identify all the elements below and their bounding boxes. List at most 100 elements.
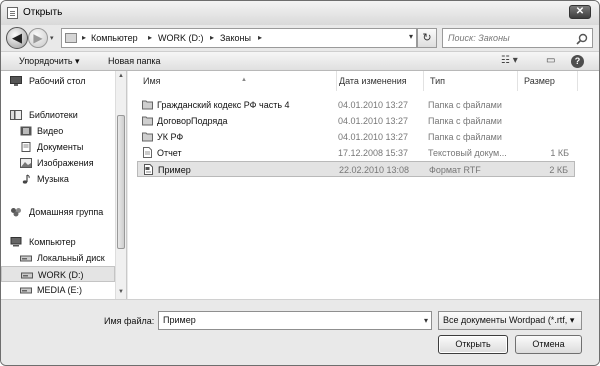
file-date: 04.01.2010 13:27 xyxy=(338,100,409,110)
table-row[interactable]: ДоговорПодряда 04.01.2010 13:27 Папка с … xyxy=(137,113,575,129)
preview-pane-icon[interactable]: ▭ xyxy=(546,55,555,69)
help-icon[interactable]: ? xyxy=(571,55,584,68)
libraries-icon xyxy=(10,110,22,120)
column-header-label: Размер xyxy=(524,76,555,86)
file-size: 2 КБ xyxy=(549,165,568,175)
title-bar[interactable]: Открыть ✕ xyxy=(1,1,599,25)
file-date: 04.01.2010 13:27 xyxy=(338,132,409,142)
breadcrumb-computer[interactable]: Компьютер xyxy=(91,33,138,43)
scroll-up-icon[interactable]: ▲ xyxy=(118,73,124,79)
folder-icon xyxy=(65,33,77,43)
command-bar: Упорядочить ▾ Новая папка ☷ ▾ ▭ ? xyxy=(1,51,599,71)
file-type: Текстовый докум... xyxy=(428,148,507,158)
close-button[interactable]: ✕ xyxy=(569,5,591,19)
sidebar-item-label: MEDIA (E:) xyxy=(37,285,83,295)
drive-icon xyxy=(20,255,32,262)
open-button[interactable]: Открыть xyxy=(438,335,508,354)
file-size: 1 КБ xyxy=(550,148,569,158)
chevron-down-icon[interactable]: ▾ xyxy=(424,312,428,329)
sidebar-item-label: Компьютер xyxy=(29,237,76,247)
file-date: 04.01.2010 13:27 xyxy=(338,116,409,126)
address-bar[interactable]: ▸ Компьютер ▸ WORK (D:) ▸ Законы ▸ ▾ xyxy=(61,28,417,48)
sidebar-item-pictures[interactable]: Изображения xyxy=(1,155,115,171)
breadcrumb-separator[interactable]: ▸ xyxy=(82,33,86,42)
back-button[interactable]: ◀ xyxy=(6,27,28,49)
sidebar-item-documents[interactable]: Документы xyxy=(1,139,115,155)
file-name: УК РФ xyxy=(157,132,184,142)
recent-pages-dropdown[interactable]: ▾ xyxy=(50,34,54,42)
file-type: Формат RTF xyxy=(429,165,481,175)
sidebar-item-label: Музыка xyxy=(37,174,69,184)
breadcrumb-separator[interactable]: ▸ xyxy=(258,33,262,42)
new-folder-button[interactable]: Новая папка xyxy=(108,56,160,66)
table-row[interactable]: Гражданский кодекс РФ часть 4 04.01.2010… xyxy=(137,97,575,113)
file-date: 17.12.2008 15:37 xyxy=(338,148,409,158)
filename-field[interactable]: Пример ▾ xyxy=(158,311,432,330)
forward-button[interactable]: ▶ xyxy=(28,28,48,48)
file-name: Отчет xyxy=(157,148,182,158)
column-header-name[interactable]: Имя ▲ xyxy=(137,71,337,91)
sidebar-item-label: WORK (D:) xyxy=(38,270,84,280)
pictures-icon xyxy=(20,158,32,168)
sidebar-item-local-disk[interactable]: Локальный диск xyxy=(1,250,115,266)
file-type: Папка с файлами xyxy=(428,132,502,142)
sidebar-item-label: Рабочий стол xyxy=(29,76,86,86)
column-header-date[interactable]: Дата изменения xyxy=(333,71,424,91)
sidebar-item-video[interactable]: Видео xyxy=(1,123,115,139)
scrollbar-thumb[interactable] xyxy=(117,115,125,249)
breadcrumb-separator[interactable]: ▸ xyxy=(210,33,214,42)
file-type-filter[interactable]: Все документы Wordpad (*.rtf, ▾ xyxy=(438,311,582,330)
column-header-label: Дата изменения xyxy=(339,76,407,86)
sidebar-item-label: Локальный диск xyxy=(37,253,105,263)
file-type: Папка с файлами xyxy=(428,116,502,126)
breadcrumb-laws[interactable]: Законы xyxy=(220,33,251,43)
folder-icon xyxy=(142,132,153,142)
filename-value[interactable]: Пример xyxy=(163,315,196,325)
homegroup-icon xyxy=(11,208,21,217)
sidebar-item-label: Домашняя группа xyxy=(29,207,104,217)
views-icon[interactable]: ☷ ▾ xyxy=(501,55,518,69)
file-date: 22.02.2010 13:08 xyxy=(339,165,410,175)
sidebar-item-work-drive[interactable]: WORK (D:) xyxy=(1,266,115,282)
table-row[interactable]: УК РФ 04.01.2010 13:27 Папка с файлами xyxy=(137,129,575,145)
window-title: Открыть xyxy=(23,7,63,18)
refresh-button[interactable]: ↻ xyxy=(417,28,437,48)
desktop-icon xyxy=(10,76,22,86)
navigation-pane: Рабочий стол Библиотеки Видео Документы … xyxy=(1,71,127,299)
sidebar-scrollbar[interactable]: ▲ ▼ xyxy=(115,71,126,299)
filename-label: Имя файла: xyxy=(104,316,155,326)
sidebar-item-homegroup[interactable]: Домашняя группа xyxy=(1,204,115,220)
sort-ascending-icon: ▲ xyxy=(241,77,247,83)
file-list: Имя ▲ Дата изменения Тип Размер Гражданс… xyxy=(128,71,599,299)
sidebar-item-computer[interactable]: Компьютер xyxy=(1,234,115,250)
sidebar-item-media-drive[interactable]: MEDIA (E:) xyxy=(1,282,115,298)
scroll-down-icon[interactable]: ▼ xyxy=(118,289,124,295)
documents-icon xyxy=(21,142,31,152)
text-file-icon xyxy=(143,147,152,158)
column-header-size[interactable]: Размер xyxy=(518,71,578,91)
sidebar-item-label: Документы xyxy=(37,142,84,152)
dialog-footer: Имя файла: Пример ▾ Все документы Wordpa… xyxy=(1,299,599,365)
search-input[interactable]: Поиск: Законы xyxy=(448,33,510,43)
organize-button[interactable]: Упорядочить ▾ xyxy=(19,56,80,67)
search-box[interactable]: Поиск: Законы xyxy=(442,28,593,48)
table-row[interactable]: Пример 22.02.2010 13:08 Формат RTF 2 КБ xyxy=(137,161,575,177)
address-dropdown-icon[interactable]: ▾ xyxy=(409,32,413,41)
search-icon[interactable] xyxy=(575,32,589,46)
sidebar-item-libraries[interactable]: Библиотеки xyxy=(1,107,115,123)
document-icon xyxy=(7,7,18,19)
file-name: Гражданский кодекс РФ часть 4 xyxy=(157,100,290,110)
rtf-file-icon xyxy=(144,164,153,175)
file-name: Пример xyxy=(158,165,191,175)
column-header-label: Имя xyxy=(143,76,161,86)
breadcrumb-work-drive[interactable]: WORK (D:) xyxy=(158,33,204,43)
sidebar-item-desktop[interactable]: Рабочий стол xyxy=(1,73,115,89)
drive-icon xyxy=(20,287,32,294)
folder-icon xyxy=(142,116,153,126)
column-header-type[interactable]: Тип xyxy=(424,71,518,91)
breadcrumb-separator[interactable]: ▸ xyxy=(148,33,152,42)
table-row[interactable]: Отчет 17.12.2008 15:37 Текстовый докум..… xyxy=(137,145,575,161)
sidebar-item-music[interactable]: Музыка xyxy=(1,171,115,187)
cancel-button[interactable]: Отмена xyxy=(515,335,582,354)
sidebar-item-label: Библиотеки xyxy=(29,110,78,120)
